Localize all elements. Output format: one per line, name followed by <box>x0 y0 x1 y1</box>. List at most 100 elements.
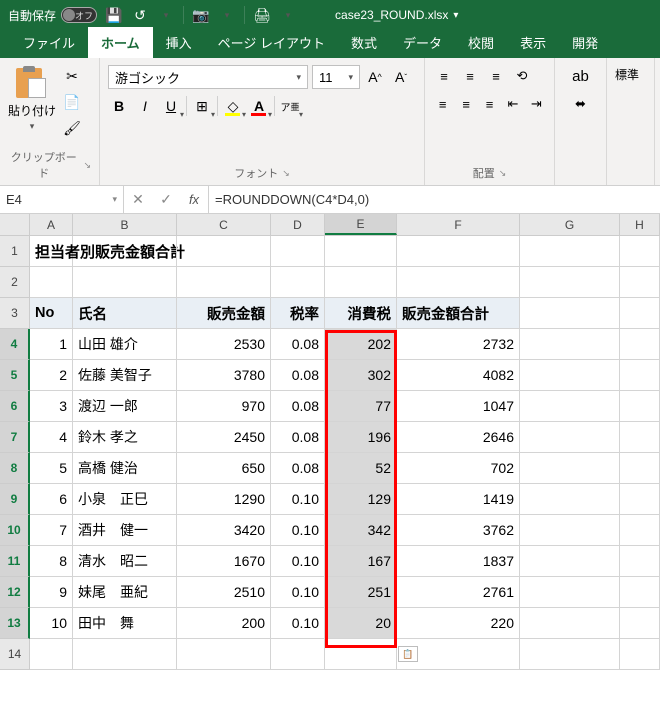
row-header-7[interactable]: 7 <box>0 422 30 453</box>
tab-home[interactable]: ホーム <box>88 27 153 58</box>
camera-icon[interactable]: 📷 <box>192 6 210 24</box>
cell-tax[interactable]: 20 <box>325 608 397 639</box>
phonetic-button[interactable]: ア亜 <box>279 95 301 117</box>
toggle-off-icon[interactable]: オフ <box>61 7 97 23</box>
row-header-8[interactable]: 8 <box>0 453 30 484</box>
row-header-9[interactable]: 9 <box>0 484 30 515</box>
save-icon[interactable]: 💾 <box>105 6 123 24</box>
col-header-F[interactable]: F <box>397 214 520 235</box>
cell-total[interactable]: 4082 <box>397 360 520 391</box>
cell-total[interactable]: 220 <box>397 608 520 639</box>
cell-rate[interactable]: 0.08 <box>271 391 325 422</box>
row-header-1[interactable]: 1 <box>0 236 30 267</box>
cell-total[interactable]: 1419 <box>397 484 520 515</box>
cancel-formula-icon[interactable]: ✕ <box>124 191 152 208</box>
increase-font-icon[interactable]: A^ <box>364 66 386 88</box>
cell-total[interactable]: 2732 <box>397 329 520 360</box>
cell-E1[interactable] <box>325 236 397 267</box>
dialog-launcher-icon[interactable]: ↘ <box>499 168 507 179</box>
paste-button[interactable]: 貼り付け ▾ <box>8 62 56 147</box>
cell-name[interactable]: 高橋 健治 <box>73 453 177 484</box>
cell-sales[interactable]: 650 <box>177 453 271 484</box>
cell-rate[interactable]: 0.10 <box>271 546 325 577</box>
camera-dropdown-icon[interactable]: ▾ <box>218 6 236 24</box>
cell-sales[interactable]: 2530 <box>177 329 271 360</box>
cell-tax[interactable]: 129 <box>325 484 397 515</box>
col-header-C[interactable]: C <box>177 214 271 235</box>
cell-tax[interactable]: 251 <box>325 577 397 608</box>
cell-tax[interactable]: 196 <box>325 422 397 453</box>
cell-name[interactable]: 小泉 正巳 <box>73 484 177 515</box>
row-header-12[interactable]: 12 <box>0 577 30 608</box>
wrap-text-icon[interactable]: ab <box>570 65 592 87</box>
row-header-13[interactable]: 13 <box>0 608 30 639</box>
increase-indent-icon[interactable]: ⇥ <box>527 93 546 115</box>
dialog-launcher-icon[interactable]: ↘ <box>282 168 290 179</box>
cell-sales[interactable]: 3780 <box>177 360 271 391</box>
col-header-D[interactable]: D <box>271 214 325 235</box>
cell-tax[interactable]: 342 <box>325 515 397 546</box>
header-tax[interactable]: 消費税 <box>325 298 397 329</box>
cell-rate[interactable]: 0.08 <box>271 329 325 360</box>
cell-no[interactable]: 6 <box>30 484 73 515</box>
row-header-11[interactable]: 11 <box>0 546 30 577</box>
decrease-font-icon[interactable]: Aˇ <box>390 66 412 88</box>
cell-tax[interactable]: 52 <box>325 453 397 484</box>
row-header-2[interactable]: 2 <box>0 267 30 298</box>
cell-name[interactable]: 山田 雄介 <box>73 329 177 360</box>
insert-function-icon[interactable]: fx <box>180 192 208 207</box>
tab-insert[interactable]: 挿入 <box>153 27 205 58</box>
tab-file[interactable]: ファイル <box>10 27 88 58</box>
font-color-button[interactable]: A <box>248 95 270 117</box>
decrease-indent-icon[interactable]: ⇤ <box>503 93 522 115</box>
enter-formula-icon[interactable]: ✓ <box>152 191 180 208</box>
cell-no[interactable]: 8 <box>30 546 73 577</box>
cell-tax[interactable]: 77 <box>325 391 397 422</box>
cell-sales[interactable]: 970 <box>177 391 271 422</box>
cell-name[interactable]: 田中 舞 <box>73 608 177 639</box>
cell-no[interactable]: 10 <box>30 608 73 639</box>
cell-sales[interactable]: 2450 <box>177 422 271 453</box>
cell-no[interactable]: 1 <box>30 329 73 360</box>
cell-rate[interactable]: 0.10 <box>271 515 325 546</box>
select-all-corner[interactable] <box>0 214 30 235</box>
cell-name[interactable]: 佐藤 美智子 <box>73 360 177 391</box>
name-box[interactable]: E4 ▾ <box>0 186 124 213</box>
col-header-G[interactable]: G <box>520 214 620 235</box>
italic-button[interactable]: I <box>134 95 156 117</box>
tab-view[interactable]: 表示 <box>507 27 559 58</box>
cell-total[interactable]: 2761 <box>397 577 520 608</box>
align-left-icon[interactable]: ≡ <box>433 93 452 115</box>
cell-tax[interactable]: 302 <box>325 360 397 391</box>
col-header-A[interactable]: A <box>30 214 73 235</box>
cell-name[interactable]: 渡辺 一郎 <box>73 391 177 422</box>
undo-dropdown-icon[interactable]: ▾ <box>157 6 175 24</box>
cell-rate[interactable]: 0.08 <box>271 453 325 484</box>
cell-C1[interactable] <box>177 236 271 267</box>
tab-review[interactable]: 校閲 <box>455 27 507 58</box>
cell-sales[interactable]: 2510 <box>177 577 271 608</box>
cell-name[interactable]: 清水 昭二 <box>73 546 177 577</box>
paste-options-icon[interactable]: 📋 <box>398 646 418 662</box>
cell-total[interactable]: 1837 <box>397 546 520 577</box>
cell-tax[interactable]: 167 <box>325 546 397 577</box>
row-header-14[interactable]: 14 <box>0 639 30 670</box>
cell-G1[interactable] <box>520 236 620 267</box>
cell-sales[interactable]: 1670 <box>177 546 271 577</box>
cell-no[interactable]: 9 <box>30 577 73 608</box>
tab-formulas[interactable]: 数式 <box>338 27 390 58</box>
cell-name[interactable]: 酒井 健一 <box>73 515 177 546</box>
filename-display[interactable]: case23_ROUND.xlsx ▾ <box>335 8 458 22</box>
cell-rate[interactable]: 0.08 <box>271 360 325 391</box>
tab-pagelayout[interactable]: ページ レイアウト <box>205 27 338 58</box>
font-name-select[interactable]: 游ゴシック▾ <box>108 65 308 89</box>
format-painter-icon[interactable]: 🖌 <box>62 118 82 138</box>
cell-rate[interactable]: 0.10 <box>271 577 325 608</box>
row-header-4[interactable]: 4 <box>0 329 30 360</box>
header-sales[interactable]: 販売金額 <box>177 298 271 329</box>
cell-sales[interactable]: 3420 <box>177 515 271 546</box>
row-header-10[interactable]: 10 <box>0 515 30 546</box>
cell-rate[interactable]: 0.10 <box>271 608 325 639</box>
header-name[interactable]: 氏名 <box>73 298 177 329</box>
col-header-B[interactable]: B <box>73 214 177 235</box>
